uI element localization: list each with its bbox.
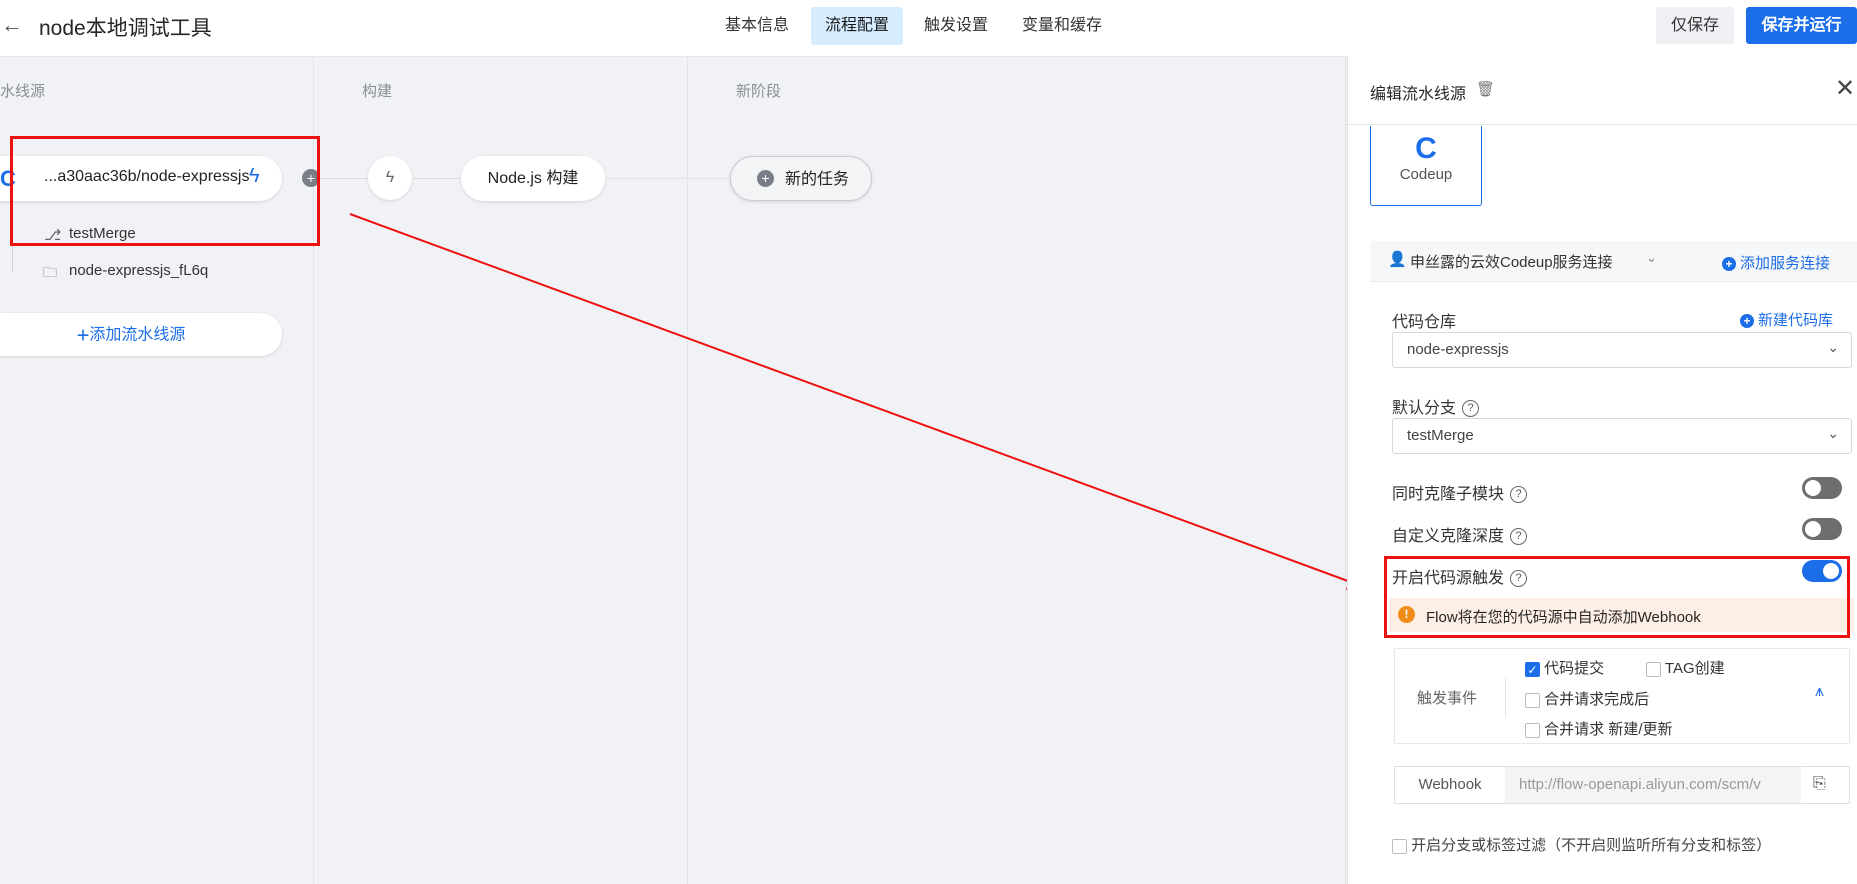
service-connection-select[interactable]: 申丝露的云效Codeup服务连接	[1410, 251, 1613, 272]
branch-select[interactable]: testMerge ⌄	[1392, 418, 1852, 454]
custom-depth-label: 自定义克隆深度?	[1392, 522, 1528, 546]
collapse-icon[interactable]: ⩚	[1815, 683, 1824, 701]
help-icon[interactable]: ?	[1462, 400, 1480, 418]
event-merge-new-update[interactable]: 合并请求 新建/更新	[1525, 718, 1673, 739]
checkbox-checked-icon[interactable]: ✓	[1525, 661, 1540, 677]
help-icon[interactable]: ?	[1510, 486, 1528, 504]
checkbox-icon[interactable]	[1392, 838, 1407, 854]
clone-submodule-label: 同时克隆子模块?	[1392, 480, 1528, 504]
add-service-connection-link[interactable]: + 添加服务连接	[1722, 252, 1830, 273]
panel-title: 编辑流水线源	[1370, 86, 1467, 103]
chevron-down-icon: ⌄	[1827, 425, 1839, 441]
event-tag-create[interactable]: TAG创建	[1646, 657, 1725, 678]
highlight-box	[1384, 556, 1850, 638]
trigger-events-box: 触发事件 ✓ 代码提交 TAG创建 合并请求完成后 合并请求 新建/更新 ⩚	[1394, 648, 1850, 744]
custom-depth-toggle[interactable]	[1802, 518, 1842, 540]
chevron-down-icon[interactable]: ⌄	[1646, 250, 1657, 266]
event-merge-complete[interactable]: 合并请求完成后	[1525, 688, 1649, 709]
checkbox-icon[interactable]	[1525, 692, 1540, 708]
clone-submodule-toggle[interactable]	[1802, 477, 1842, 499]
checkbox-icon[interactable]	[1646, 661, 1661, 677]
plus-circle-icon: +	[1740, 314, 1754, 329]
copy-icon[interactable]: ⎘	[1813, 775, 1826, 793]
edit-source-panel: 编辑流水线源 🗑 ✕ C Codeup 👤 申丝露的云效Codeup服务连接 ⌄…	[1347, 56, 1857, 884]
trash-icon[interactable]: 🗑	[1476, 80, 1495, 98]
webhook-label: Webhook	[1395, 767, 1506, 803]
plus-circle-icon: +	[1722, 257, 1736, 272]
help-icon[interactable]: ?	[1510, 528, 1528, 546]
repo-select[interactable]: node-expressjs ⌄	[1392, 332, 1852, 368]
branch-filter-option[interactable]: 开启分支或标签过滤（不开启则监听所有分支和标签）	[1392, 834, 1771, 855]
service-connection-row: 👤 申丝露的云效Codeup服务连接 ⌄ + 添加服务连接	[1370, 241, 1857, 282]
trigger-events-label: 触发事件	[1417, 690, 1478, 707]
divider	[1505, 677, 1506, 717]
webhook-row: Webhook http://flow-openapi.aliyun.com/s…	[1394, 766, 1850, 804]
divider	[1348, 124, 1857, 125]
repo-label: 代码仓库	[1392, 314, 1457, 331]
checkbox-icon[interactable]	[1525, 722, 1540, 738]
event-code-commit[interactable]: ✓ 代码提交	[1525, 657, 1604, 678]
user-icon: 👤	[1388, 251, 1407, 268]
chevron-down-icon: ⌄	[1827, 339, 1839, 355]
close-icon[interactable]: ✕	[1835, 74, 1855, 103]
codeup-card-label: Codeup	[1399, 166, 1453, 183]
codeup-logo-icon: C	[1415, 132, 1437, 165]
new-repo-link[interactable]: + 新建代码库	[1740, 309, 1833, 330]
webhook-url-input[interactable]: http://flow-openapi.aliyun.com/scm/v	[1505, 767, 1801, 803]
default-branch-label: 默认分支?	[1392, 394, 1480, 418]
codeup-source-card[interactable]: C Codeup	[1370, 126, 1482, 206]
